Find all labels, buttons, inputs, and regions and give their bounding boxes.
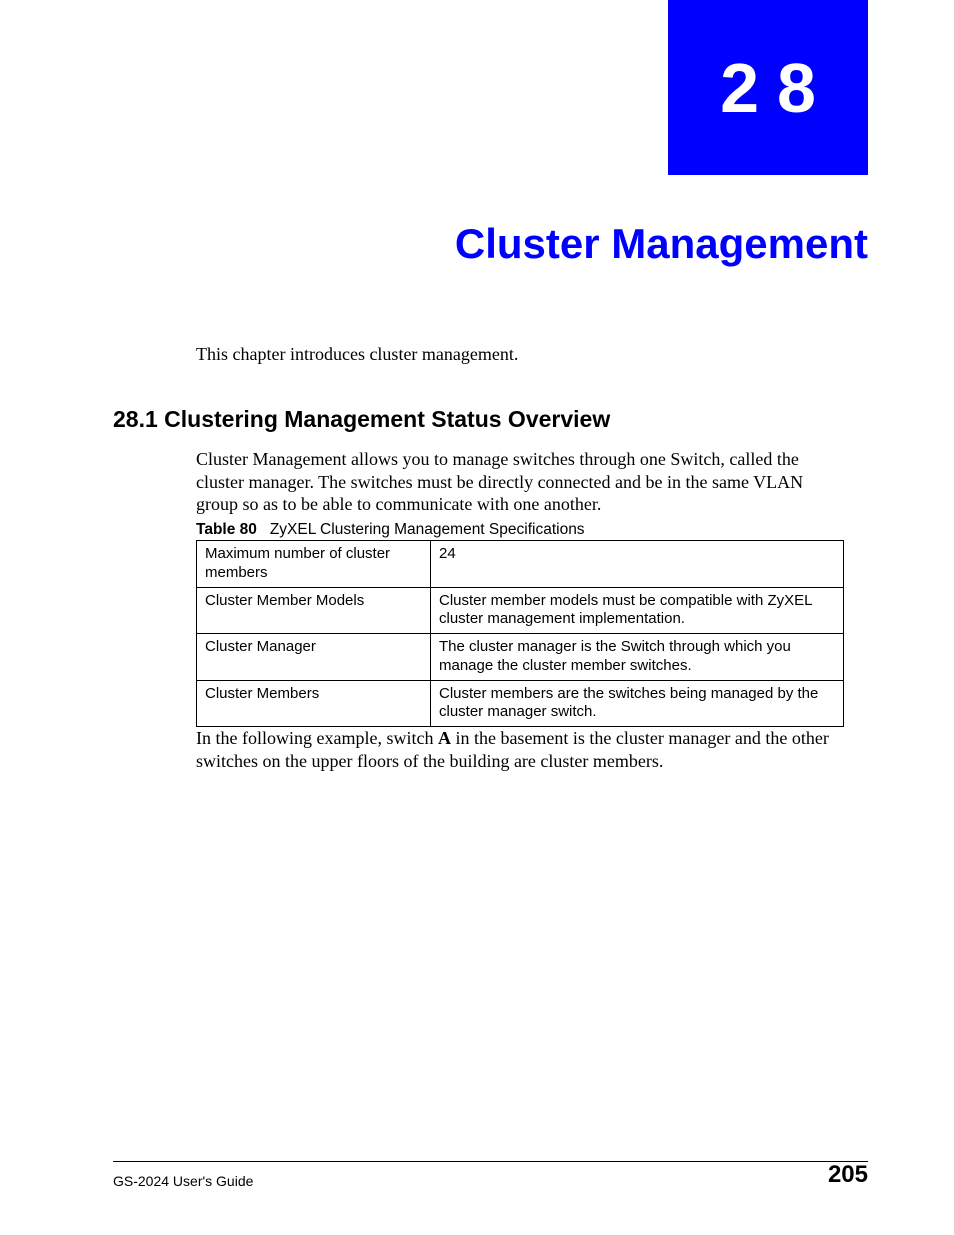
section-heading: 28.1 Clustering Management Status Overvi…: [113, 406, 610, 433]
table-row: Cluster Members Cluster members are the …: [197, 680, 844, 727]
chapter-title: Cluster Management: [455, 220, 868, 268]
table-cell-value: 24: [431, 541, 844, 588]
table-caption-text: ZyXEL Clustering Management Specificatio…: [270, 521, 585, 538]
after-table-pre: In the following example, switch: [196, 728, 438, 748]
footer-guide-name: GS-2024 User's Guide: [113, 1173, 253, 1189]
table-row: Cluster Member Models Cluster member mod…: [197, 587, 844, 634]
table-cell-value: Cluster member models must be compatible…: [431, 587, 844, 634]
table-row: Maximum number of cluster members 24: [197, 541, 844, 588]
section-body: Cluster Management allows you to manage …: [196, 448, 844, 516]
table-cell-value: The cluster manager is the Switch throug…: [431, 634, 844, 681]
spec-table: Maximum number of cluster members 24 Clu…: [196, 540, 844, 727]
after-table-paragraph: In the following example, switch A in th…: [196, 727, 844, 772]
table-cell-key: Cluster Member Models: [197, 587, 431, 634]
table-cell-key: Cluster Manager: [197, 634, 431, 681]
after-table-bold: A: [438, 728, 451, 748]
table-cell-key: Cluster Members: [197, 680, 431, 727]
table-caption: Table 80 ZyXEL Clustering Management Spe…: [196, 521, 585, 539]
table-caption-label: Table 80: [196, 521, 257, 538]
table-cell-key: Maximum number of cluster members: [197, 541, 431, 588]
footer-page-number: 205: [828, 1161, 868, 1189]
intro-paragraph: This chapter introduces cluster manageme…: [196, 344, 518, 365]
table-cell-value: Cluster members are the switches being m…: [431, 680, 844, 727]
chapter-badge: 28: [668, 0, 868, 175]
chapter-number: 28: [702, 48, 834, 128]
page-footer: GS-2024 User's Guide 205: [113, 1161, 868, 1189]
table-row: Cluster Manager The cluster manager is t…: [197, 634, 844, 681]
